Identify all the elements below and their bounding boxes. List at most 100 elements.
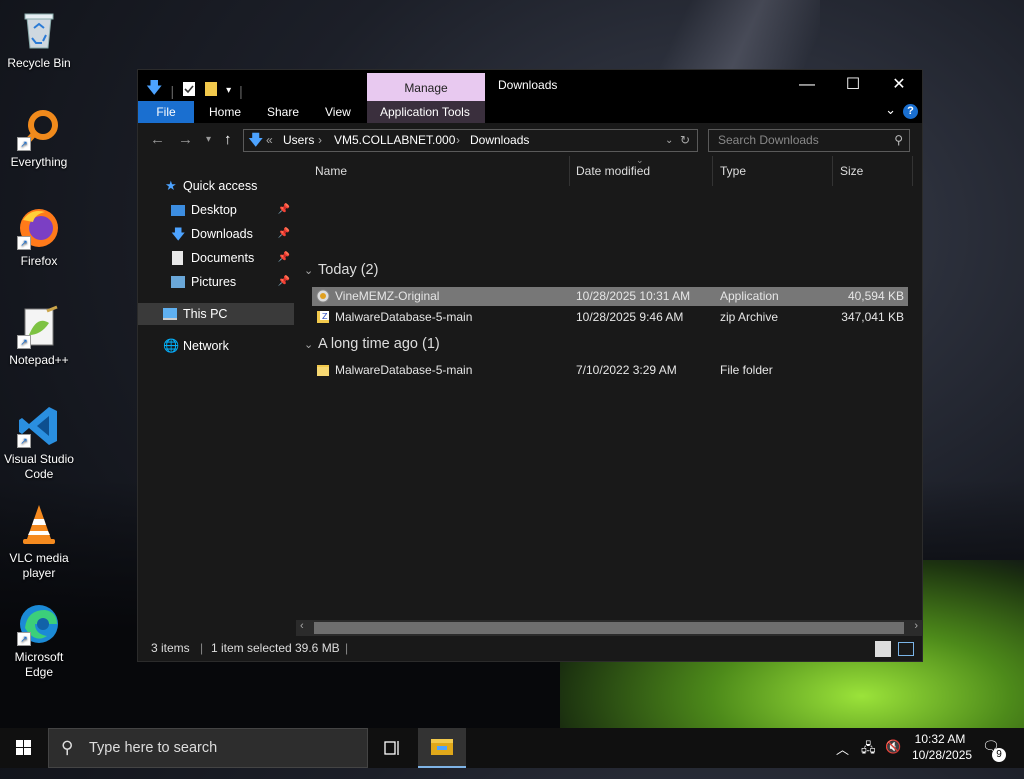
firefox-icon: ↗ [17, 206, 61, 250]
file-name: MalwareDatabase-5-main [335, 310, 473, 324]
shortcut-arrow-icon: ↗ [17, 632, 31, 646]
column-header-type[interactable]: Type [720, 156, 833, 186]
desktop-icon-recycle-bin[interactable]: Recycle Bin [2, 8, 76, 71]
pin-icon[interactable]: 📌 [278, 199, 290, 221]
tab-home[interactable]: Home [196, 101, 254, 123]
action-center-button[interactable]: 🗨 9 [982, 738, 1006, 778]
group-header-today[interactable]: ⌄ Today (2) [304, 262, 378, 278]
close-button[interactable]: ✕ [876, 70, 922, 101]
tab-file[interactable]: File [138, 101, 194, 123]
ribbon-tabs: File Home Share View Application Tools ⌄… [138, 101, 922, 123]
tab-view[interactable]: View [312, 101, 364, 123]
file-type: Application [720, 289, 779, 303]
search-icon: ⚲ [61, 738, 74, 757]
breadcrumb-separator-icon[interactable]: › [456, 130, 460, 151]
tab-manage[interactable]: Manage [367, 73, 485, 101]
address-bar[interactable]: 🡇 « Users › VM5.COLLABNET.000 › Download… [243, 129, 698, 152]
horizontal-scrollbar[interactable]: ‹ › [296, 620, 922, 636]
desktop-icon-edge[interactable]: ↗ Microsoft Edge [2, 602, 76, 680]
file-row[interactable]: Z MalwareDatabase-5-main 10/28/2025 9:46… [312, 308, 908, 327]
clock[interactable]: 10:32 AM 10/28/2025 [912, 731, 972, 771]
breadcrumb-separator-icon[interactable]: › [318, 130, 322, 151]
desktop-icon-firefox[interactable]: ↗ Firefox [2, 206, 76, 269]
column-header-name[interactable]: Name [315, 156, 570, 186]
properties-checkmark-icon[interactable] [182, 81, 196, 100]
scroll-left-icon[interactable]: ‹ [300, 620, 304, 632]
breadcrumb-vm5[interactable]: VM5.COLLABNET.000 [334, 130, 455, 151]
desktop-icon-vscode[interactable]: ↗ Visual Studio Code [2, 404, 76, 482]
downloads-location-icon: 🡇 [248, 132, 264, 149]
back-arrow-icon[interactable]: ← [150, 131, 165, 148]
sidebar-item-downloads[interactable]: 🡇 Downloads 📌 [138, 223, 294, 245]
shortcut-arrow-icon: ↗ [17, 335, 31, 349]
scrollbar-thumb[interactable] [314, 622, 904, 634]
large-icons-view-icon[interactable] [898, 642, 914, 656]
search-box[interactable]: Search Downloads ⚲ [708, 129, 910, 152]
desktop-icon-label: Everything [10, 155, 68, 169]
pin-icon[interactable]: 📌 [278, 271, 290, 293]
up-arrow-icon[interactable]: ↑ [224, 131, 232, 148]
breadcrumb-downloads[interactable]: Downloads [470, 130, 529, 151]
task-view-button[interactable] [368, 728, 416, 768]
address-dropdown-chevron-icon[interactable]: ⌄ [665, 130, 673, 151]
new-folder-icon[interactable] [204, 81, 218, 100]
desktop-icon-label: Visual Studio Code [4, 452, 74, 481]
collapse-chevron-icon[interactable]: ⌄ [304, 338, 318, 351]
title-bar: 🡇 | ▾ | Manage Downloads — ☐ ✕ [138, 70, 922, 101]
scroll-right-icon[interactable]: › [914, 620, 918, 632]
desktop-icon-vlc[interactable]: VLC media player [2, 503, 76, 581]
sidebar-item-documents[interactable]: Documents 📌 [138, 247, 294, 269]
file-row[interactable]: MalwareDatabase-5-main 7/10/2022 3:29 AM… [312, 361, 908, 380]
recent-locations-chevron-icon[interactable]: ▾ [206, 134, 211, 145]
group-title: A long time ago (1) [318, 336, 440, 352]
minimize-button[interactable]: — [784, 70, 830, 101]
pin-icon[interactable]: 📌 [278, 223, 290, 245]
refresh-icon[interactable]: ↻ [680, 130, 690, 151]
tab-application-tools[interactable]: Application Tools [367, 101, 485, 123]
column-header-size[interactable]: Size [840, 156, 913, 186]
taskbar-file-explorer[interactable] [418, 728, 466, 768]
expand-ribbon-chevron-icon[interactable]: ⌄ [885, 102, 896, 118]
sort-chevron-icon: ⌄ [636, 155, 644, 165]
sidebar-item-this-pc[interactable]: This PC [138, 303, 294, 325]
search-icon[interactable]: ⚲ [894, 130, 903, 151]
separator: | [200, 641, 204, 655]
sidebar-item-desktop[interactable]: Desktop 📌 [138, 199, 294, 221]
clock-time: 10:32 AM [914, 732, 966, 746]
folder-icon [316, 363, 330, 377]
separator: | [345, 641, 349, 655]
search-placeholder: Search Downloads [718, 133, 819, 147]
breadcrumb-overflow[interactable]: « [266, 130, 273, 151]
taskbar-search-placeholder: Type here to search [89, 740, 218, 756]
desktop-icon-everything[interactable]: ↗ Everything [2, 107, 76, 170]
file-explorer-folder-icon [431, 739, 453, 755]
forward-arrow-icon[interactable]: → [178, 131, 193, 148]
down-arrow-icon[interactable]: 🡇 [146, 77, 162, 104]
volume-muted-icon[interactable]: 🔇 [885, 739, 901, 779]
maximize-button[interactable]: ☐ [830, 70, 876, 101]
sidebar-item-pictures[interactable]: Pictures 📌 [138, 271, 294, 293]
show-hidden-icons-chevron-icon[interactable]: ︿ [836, 739, 849, 779]
notification-count-badge: 9 [992, 748, 1006, 762]
tab-share[interactable]: Share [254, 101, 312, 123]
group-header-long-time-ago[interactable]: ⌄ A long time ago (1) [304, 336, 440, 352]
desktop-icon-label: Firefox [20, 254, 58, 268]
task-view-icon [384, 741, 399, 755]
collapse-chevron-icon[interactable]: ⌄ [304, 264, 318, 277]
help-icon[interactable]: ? [903, 104, 918, 119]
desktop-icon-notepad-plus-plus[interactable]: ↗ Notepad++ [2, 305, 76, 368]
shortcut-arrow-icon: ↗ [17, 236, 31, 250]
sidebar-item-label: Downloads [191, 227, 253, 241]
taskbar-search-box[interactable]: ⚲ Type here to search [48, 728, 368, 768]
sidebar-item-network[interactable]: 🌐 Network [138, 335, 294, 357]
customize-qat-chevron-icon[interactable]: ▾ [226, 85, 231, 96]
file-size: 347,041 KB [841, 310, 904, 324]
column-header-date-modified[interactable]: Date modified ⌄ [576, 155, 713, 186]
sidebar-item-quick-access[interactable]: ★ Quick access [138, 175, 294, 197]
breadcrumb-users[interactable]: Users [283, 130, 314, 151]
pin-icon[interactable]: 📌 [278, 247, 290, 269]
file-row[interactable]: VineMEMZ-Original 10/28/2025 10:31 AM Ap… [312, 287, 908, 306]
start-button[interactable] [0, 728, 48, 768]
network-status-icon[interactable]: 🖧 [861, 739, 876, 779]
details-view-icon[interactable] [875, 641, 891, 657]
